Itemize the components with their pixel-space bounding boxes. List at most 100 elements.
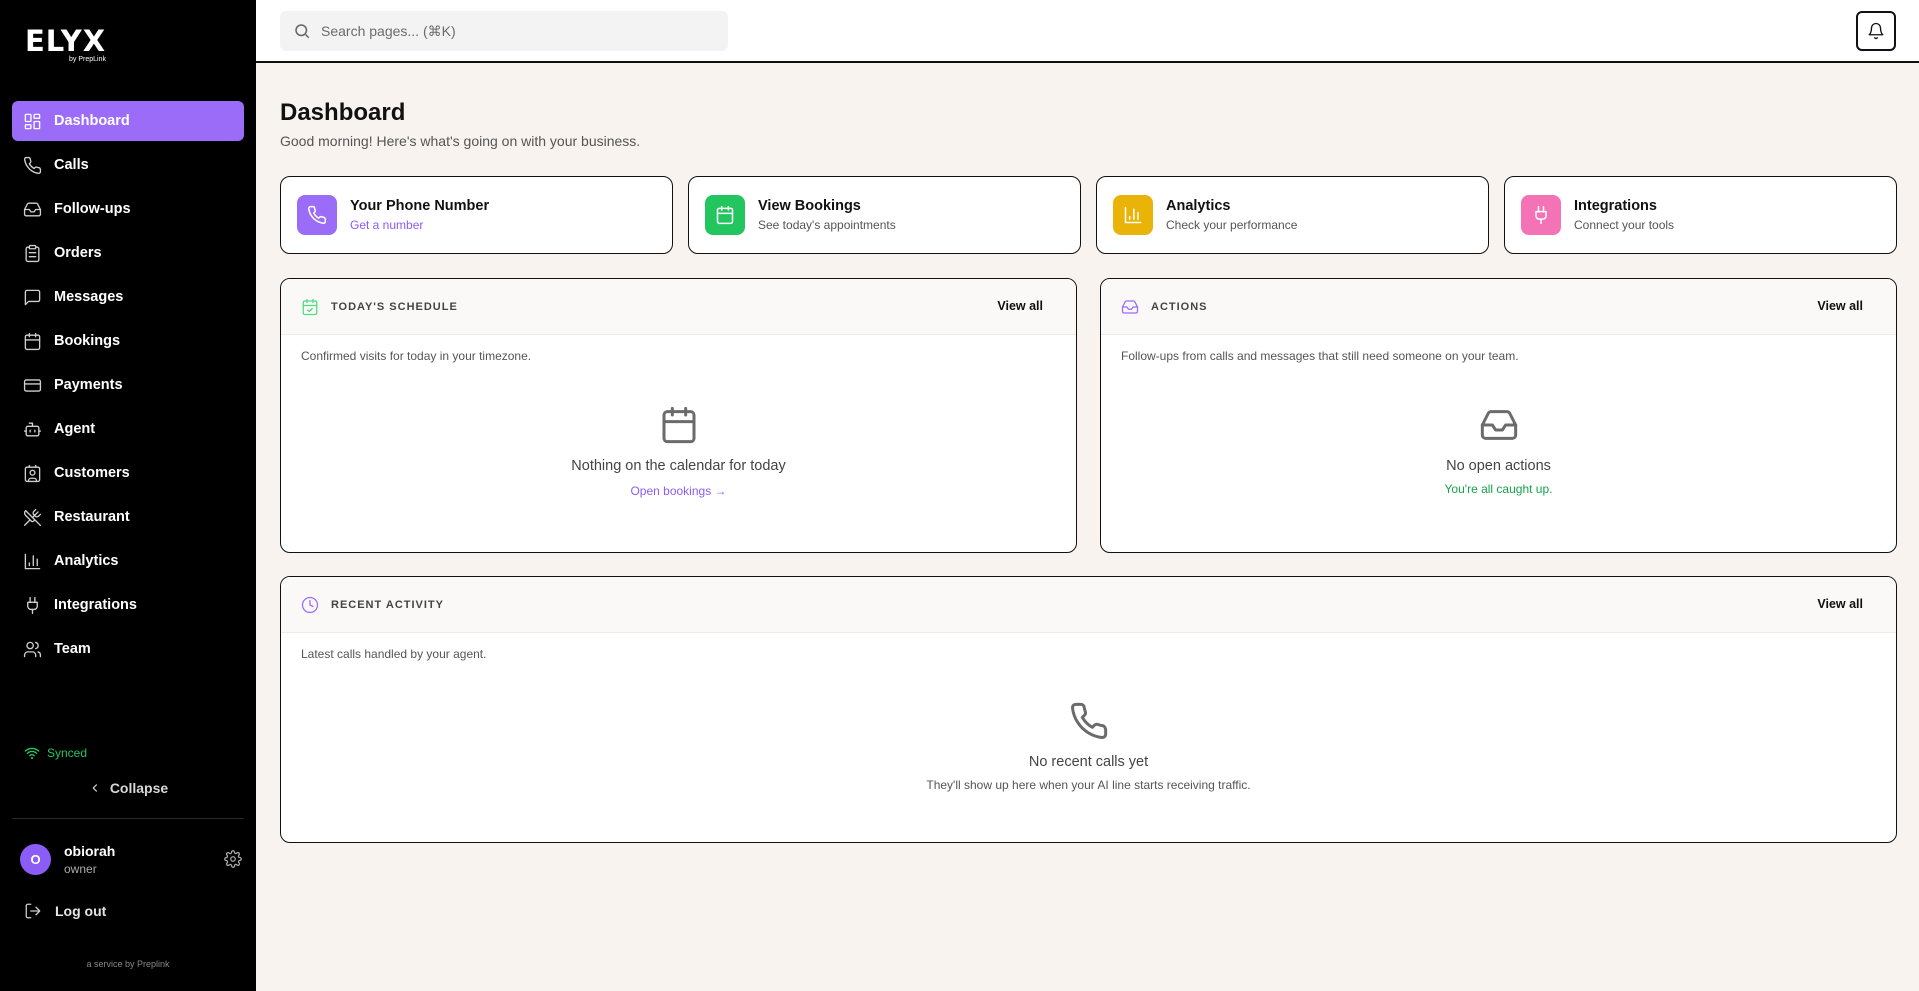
inbox-icon [1480, 410, 1517, 440]
calendar-icon [662, 406, 695, 444]
sidebar-item-label: Restaurant [54, 509, 130, 525]
sidebar-item-label: Bookings [54, 333, 121, 349]
calendar-check-icon [302, 298, 318, 315]
phone-number-card-text: Your Phone Number Get a number [350, 198, 489, 232]
clock-icon [301, 596, 319, 613]
users-icon [23, 641, 42, 657]
schedule-panel-header: TODAY'S SCHEDULE View all [281, 279, 1076, 335]
activity-empty-state: No recent calls yet They'll show up here… [281, 701, 1896, 792]
sidebar-item-integrations[interactable]: Integrations [12, 585, 244, 625]
activity-empty-note: They'll show up here when your AI line s… [926, 778, 1251, 792]
plug-icon [27, 596, 38, 614]
chart-icon [1124, 206, 1142, 224]
credit-card-icon [23, 378, 42, 392]
actions-panel-header: ACTIONS View all [1101, 279, 1896, 335]
sidebar: ELYX by PrepLink Dashboard Calls Follow-… [0, 0, 256, 991]
schedule-panel-title: TODAY'S SCHEDULE [331, 300, 458, 313]
notifications-button[interactable] [1856, 11, 1896, 51]
sync-status: Synced [24, 745, 87, 761]
user-role: owner [64, 862, 97, 876]
actions-empty-state: No open actions You're all caught up. [1101, 405, 1896, 496]
sidebar-item-label: Agent [54, 421, 96, 437]
inbox-icon [23, 201, 42, 217]
collapse-button[interactable]: Collapse [0, 780, 256, 796]
sidebar-item-label: Customers [54, 465, 130, 481]
activity-view-all-link[interactable]: View all [1817, 597, 1863, 611]
integrations-card-title: Integrations [1574, 198, 1657, 214]
phone-number-card[interactable]: Your Phone Number Get a number [280, 176, 673, 254]
sidebar-item-team[interactable]: Team [12, 629, 244, 669]
search-icon [295, 24, 310, 39]
actions-empty-title: No open actions [1446, 458, 1551, 474]
sidebar-item-label: Payments [54, 377, 123, 393]
integrations-card[interactable]: Integrations Connect your tools [1504, 176, 1897, 254]
sidebar-item-follow-ups[interactable]: Follow-ups [12, 189, 244, 229]
sidebar-item-payments[interactable]: Payments [12, 365, 244, 405]
logout-label: Log out [55, 903, 107, 919]
user-info: obiorah owner [64, 843, 115, 876]
logout-button[interactable]: Log out [24, 902, 106, 920]
phone-icon [23, 156, 42, 174]
view-bookings-card-text: View Bookings See today's appointments [758, 198, 896, 232]
actions-view-all-link[interactable]: View all [1817, 299, 1863, 313]
sidebar-item-label: Messages [54, 289, 124, 305]
view-bookings-card-title: View Bookings [758, 198, 861, 214]
activity-description: Latest calls handled by your agent. [301, 647, 487, 661]
sidebar-item-label: Analytics [54, 553, 119, 569]
search-input[interactable] [321, 23, 701, 39]
activity-panel-header: RECENT ACTIVITY View all [281, 577, 1896, 633]
sidebar-nav: Dashboard Calls Follow-ups Orders Messag… [12, 101, 244, 673]
sidebar-item-analytics[interactable]: Analytics [12, 541, 244, 581]
sidebar-item-label: Follow-ups [54, 201, 131, 217]
sidebar-item-restaurant[interactable]: Restaurant [12, 497, 244, 537]
collapse-label: Collapse [109, 780, 169, 796]
brand-name: ELYX [25, 24, 107, 58]
user-name: obiorah [64, 843, 116, 859]
sidebar-item-agent[interactable]: Agent [12, 409, 244, 449]
sidebar-item-label: Team [54, 641, 91, 657]
user-profile[interactable]: O obiorah owner [20, 843, 242, 876]
open-bookings-link[interactable]: Open bookings → [281, 484, 1076, 498]
page-subtitle: Good morning! Here's what's going on wit… [280, 133, 641, 149]
view-bookings-card-subtitle: See today's appointments [758, 218, 896, 232]
bell-icon [1868, 22, 1884, 40]
chevron-left-icon [92, 784, 97, 792]
integrations-card-subtitle: Connect your tools [1574, 218, 1675, 232]
actions-empty-note: You're all caught up. [1444, 482, 1553, 496]
view-bookings-card[interactable]: View Bookings See today's appointments [688, 176, 1081, 254]
analytics-card-text: Analytics Check your performance [1166, 198, 1297, 232]
analytics-card-subtitle: Check your performance [1166, 218, 1298, 232]
sidebar-item-calls[interactable]: Calls [12, 145, 244, 185]
sidebar-item-customers[interactable]: Customers [12, 453, 244, 493]
actions-panel: ACTIONS View all Follow-ups from calls a… [1100, 278, 1897, 553]
analytics-card[interactable]: Analytics Check your performance [1096, 176, 1489, 254]
activity-panel-title: RECENT ACTIVITY [331, 598, 444, 611]
sidebar-item-label: Calls [54, 157, 89, 173]
sidebar-item-messages[interactable]: Messages [12, 277, 244, 317]
service-footer: a service by Preplink [86, 959, 170, 969]
schedule-panel: TODAY'S SCHEDULE View all Confirmed visi… [280, 278, 1077, 553]
avatar: O [20, 844, 51, 875]
calendar-icon [24, 332, 41, 350]
schedule-description: Confirmed visits for today in your timez… [301, 349, 532, 363]
search-box[interactable] [280, 11, 728, 51]
gear-icon[interactable] [224, 850, 242, 868]
sidebar-item-label: Dashboard [54, 113, 130, 129]
get-number-link[interactable]: Get a number [350, 218, 489, 232]
contact-icon [24, 464, 41, 482]
phone-icon [1070, 702, 1107, 739]
schedule-view-all-link[interactable]: View all [997, 299, 1043, 313]
sidebar-item-label: Orders [54, 245, 102, 261]
plug-icon [1535, 205, 1547, 225]
page-title: Dashboard [280, 99, 406, 126]
analytics-card-title: Analytics [1166, 198, 1231, 214]
brand-logo[interactable]: ELYX by PrepLink [25, 24, 107, 63]
sidebar-item-dashboard[interactable]: Dashboard [12, 101, 244, 141]
inbox-icon [1121, 299, 1139, 314]
sidebar-divider [12, 818, 244, 819]
sync-status-label: Synced [47, 746, 88, 760]
log-out-icon [25, 903, 41, 919]
sidebar-item-bookings[interactable]: Bookings [12, 321, 244, 361]
sidebar-item-orders[interactable]: Orders [12, 233, 244, 273]
calendar-icon [716, 205, 734, 225]
